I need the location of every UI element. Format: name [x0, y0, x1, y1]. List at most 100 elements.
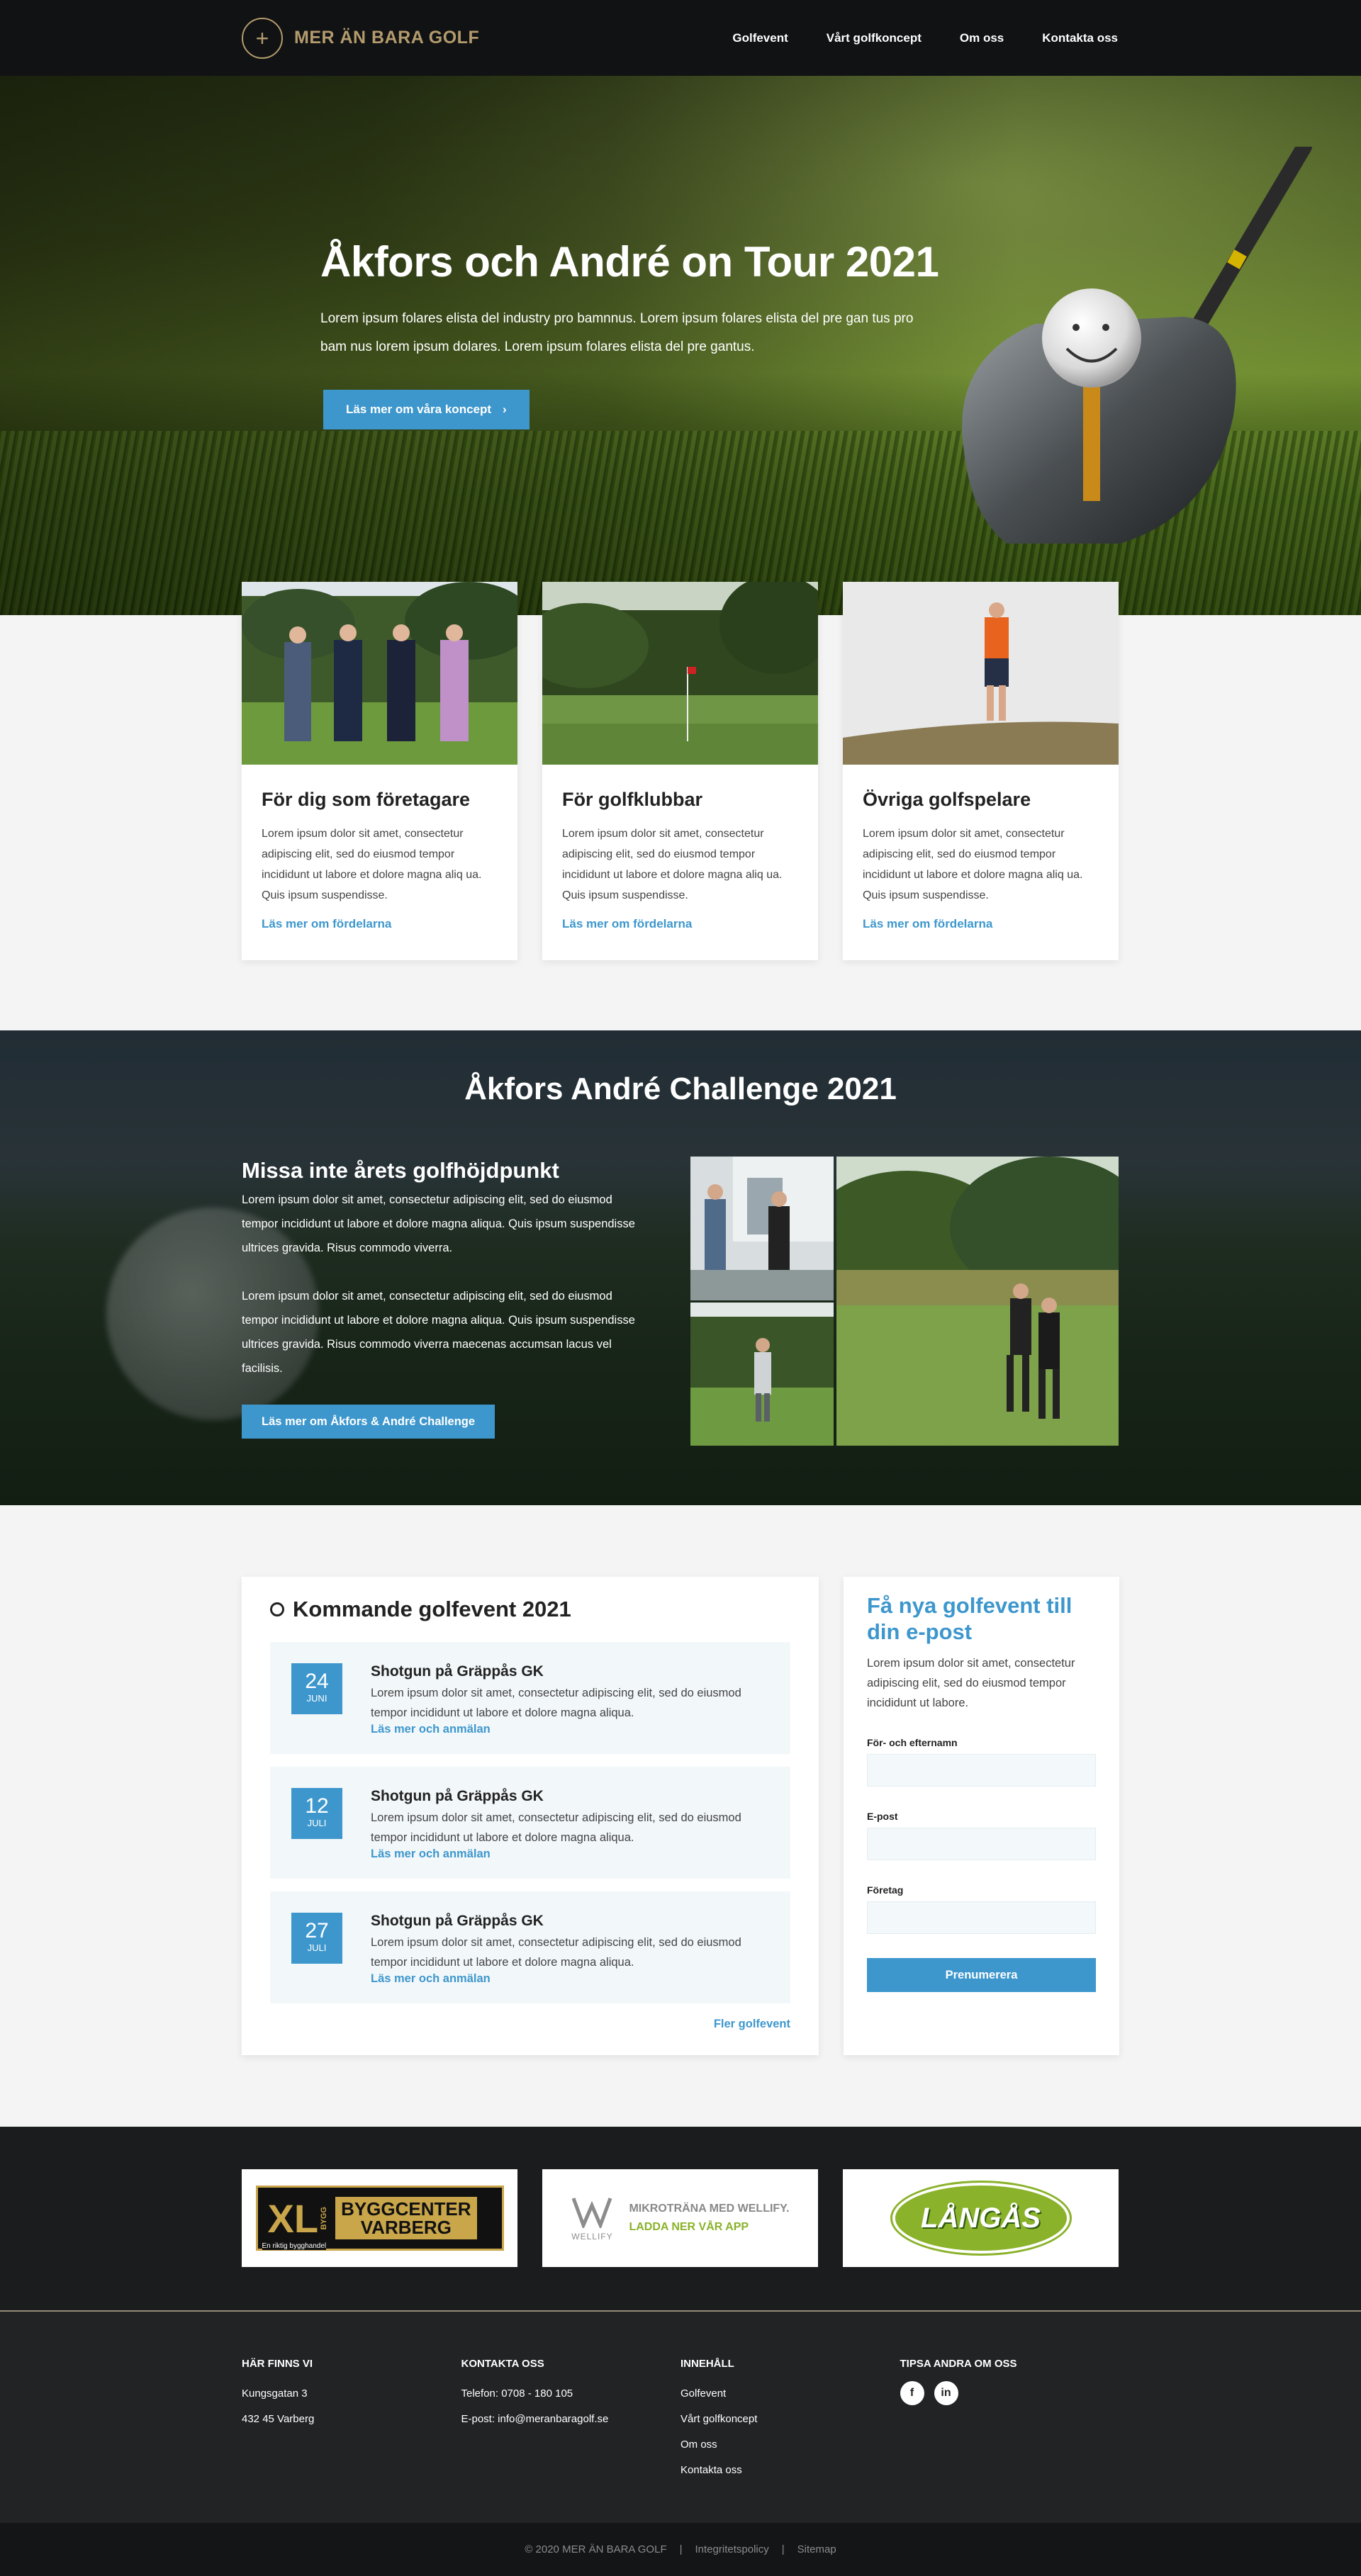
- footer-divider: [0, 2310, 1361, 2312]
- footer-share: TIPSA ANDRA OM OSS f in: [900, 2351, 1120, 2483]
- challenge-content: Missa inte årets golfhöjdpunkt Lorem ips…: [242, 1158, 646, 1439]
- date-day: 24: [305, 1670, 329, 1693]
- site-footer: HÄR FINNS VI Kungsgatan 3 432 45 Varberg…: [0, 2312, 1361, 2523]
- hero: Åkfors och André on Tour 2021 Lorem ipsu…: [0, 76, 1361, 615]
- langas-text: LÅNGÅS: [921, 2202, 1041, 2234]
- hero-text: Lorem ipsum folares elista del industry …: [320, 311, 914, 354]
- event-link[interactable]: Läs mer och anmälan: [371, 1847, 491, 1860]
- date-month: JUNI: [306, 1693, 327, 1704]
- wellify-line-2: LADDA NER VÅR APP: [629, 2221, 749, 2233]
- partner-langas[interactable]: LÅNGÅS: [843, 2169, 1119, 2267]
- card-title: För dig som företagare: [262, 789, 471, 810]
- events-heading: Kommande golfevent 2021: [270, 1597, 790, 1622]
- card-text: Lorem ipsum dolor sit amet, consectetur …: [562, 828, 783, 901]
- card-link[interactable]: Läs mer om fördelarna: [262, 917, 498, 931]
- email-label: E-post: [867, 1811, 898, 1822]
- events-section: Kommande golfevent 2021 24 JUNI Shotgun …: [0, 1505, 1361, 2127]
- card-link[interactable]: Läs mer om fördelarna: [562, 917, 798, 931]
- date-day: 27: [305, 1919, 329, 1942]
- card-link[interactable]: Läs mer om fördelarna: [863, 917, 1099, 931]
- hero-button[interactable]: Läs mer om våra koncept ›: [323, 390, 530, 429]
- photo-golfers-walking: [836, 1157, 1119, 1446]
- linkedin-icon[interactable]: in: [934, 2381, 958, 2405]
- footer-line: Kungsgatan 3: [242, 2387, 308, 2400]
- event-description: Lorem ipsum dolor sit amet, consectetur …: [371, 1936, 741, 1969]
- more-events-link[interactable]: Fler golfevent: [714, 2018, 790, 2030]
- event-link[interactable]: Läs mer och anmälan: [371, 1723, 491, 1736]
- footer-link-golfevent[interactable]: Golfevent: [680, 2381, 900, 2407]
- card-image-golfer: [843, 582, 1119, 765]
- logo-text: MER ÄN BARA GOLF: [294, 28, 480, 47]
- photo-clubhouse: [690, 1157, 834, 1300]
- subscribe-button[interactable]: Prenumerera: [867, 1958, 1096, 1992]
- footer-contact: KONTAKTA OSS Telefon: 0708 - 180 105 E-p…: [461, 2351, 681, 2483]
- email-field[interactable]: [867, 1828, 1096, 1860]
- event-title: Shotgun på Gräppås GK: [371, 1663, 544, 1680]
- company-field[interactable]: [867, 1901, 1096, 1934]
- subscribe-text: Lorem ipsum dolor sit amet, consec­tetur…: [867, 1657, 1075, 1709]
- footer-link-om-oss[interactable]: Om oss: [680, 2432, 900, 2458]
- audience-cards: För dig som företagare Lorem ipsum dolor…: [0, 582, 1361, 960]
- event-description: Lorem ipsum dolor sit amet, consectetur …: [371, 1687, 741, 1719]
- challenge-button[interactable]: Läs mer om Åkfors & André Challenge: [242, 1405, 495, 1439]
- card-body: För dig som företagare Lorem ipsum dolor…: [242, 765, 517, 955]
- footer-heading: INNEHÅLL: [680, 2358, 734, 2370]
- card-text: Lorem ipsum dolor sit amet, consectetur …: [262, 828, 482, 901]
- xl-line-1: BYGGCENTER: [341, 2198, 471, 2220]
- events-list: Kommande golfevent 2021 24 JUNI Shotgun …: [242, 1577, 819, 2055]
- footer-link-kontakta-oss[interactable]: Kontakta oss: [680, 2458, 900, 2483]
- card-golfklubbar: För golfklubbar Lorem ipsum dolor sit am…: [542, 582, 818, 960]
- nav-golfevent[interactable]: Golfevent: [732, 31, 788, 45]
- nav-golfkoncept[interactable]: Vårt golfkoncept: [827, 31, 922, 45]
- nav-om-oss[interactable]: Om oss: [960, 31, 1004, 45]
- event-text: Shotgun på Gräppås GK Lorem ipsum dolor …: [371, 1913, 769, 1985]
- partner-wellify[interactable]: WELLIFY MIKROTRÄNA MED WELLIFY. LADDA NE…: [542, 2169, 818, 2267]
- separator: |: [679, 2543, 683, 2555]
- challenge-photo-grid: [690, 1157, 1119, 1446]
- xl-bygg-logo: XL BYGG BYGGCENTER VARBERG En riktig byg…: [255, 2186, 504, 2251]
- footer-content: INNEHÅLL Golfevent Vårt golfkoncept Om o…: [680, 2351, 900, 2483]
- copyright-text: © 2020 MER ÄN BARA GOLF: [525, 2543, 667, 2555]
- site-header: + MER ÄN BARA GOLF Golfevent Vårt golfko…: [0, 0, 1361, 76]
- copyright-bar: © 2020 MER ÄN BARA GOLF | Integritetspol…: [0, 2523, 1361, 2576]
- card-title: Övriga golfspelare: [863, 789, 1031, 810]
- circle-icon: [270, 1602, 284, 1616]
- footer-heading: HÄR FINNS VI: [242, 2358, 313, 2370]
- challenge-subtitle: Missa inte årets golfhöjdpunkt: [242, 1158, 559, 1183]
- footer-link-golfkoncept[interactable]: Vårt golfkoncept: [680, 2407, 900, 2432]
- challenge-paragraph-1: Lorem ipsum dolor sit amet, consectetur …: [242, 1193, 635, 1254]
- hero-title: Åkfors och André on Tour 2021: [320, 238, 939, 286]
- event-text: Shotgun på Gräppås GK Lorem ipsum dolor …: [371, 1788, 769, 1860]
- privacy-link[interactable]: Integritetspolicy: [695, 2543, 769, 2555]
- date-badge: 24 JUNI: [291, 1663, 342, 1714]
- xl-logo-small: BYGG: [320, 2206, 329, 2230]
- date-badge: 27 JULI: [291, 1913, 342, 1964]
- facebook-icon[interactable]: f: [900, 2381, 924, 2405]
- card-image-group-photo: [242, 582, 517, 765]
- date-badge: 12 JULI: [291, 1788, 342, 1839]
- event-item: 27 JULI Shotgun på Gräppås GK Lorem ipsu…: [270, 1891, 790, 2003]
- footer-phone[interactable]: Telefon: 0708 - 180 105: [461, 2381, 681, 2407]
- more-events: Fler golfevent: [270, 2018, 790, 2031]
- event-item: 12 JULI Shotgun på Gräppås GK Lorem ipsu…: [270, 1767, 790, 1879]
- challenge-section: Åkfors André Challenge 2021 Missa inte å…: [0, 1030, 1361, 1505]
- footer-email[interactable]: E-post: info@meranbaragolf.se: [461, 2407, 681, 2432]
- name-field[interactable]: [867, 1754, 1096, 1787]
- sitemap-link[interactable]: Sitemap: [797, 2543, 836, 2555]
- event-link[interactable]: Läs mer och anmälan: [371, 1972, 491, 1985]
- main-nav: Golfevent Vårt golfkoncept Om oss Kontak…: [732, 31, 1118, 45]
- footer-address: HÄR FINNS VI Kungsgatan 3 432 45 Varberg: [242, 2351, 461, 2483]
- wellify-name: WELLIFY: [571, 2231, 613, 2242]
- subscribe-title: Få nya golfevent till din e-post: [867, 1593, 1072, 1644]
- hero-content: Åkfors och André on Tour 2021 Lorem ipsu…: [320, 237, 958, 429]
- challenge-paragraph-2: Lorem ipsum dolor sit amet, consectetur …: [242, 1290, 635, 1375]
- event-title: Shotgun på Gräppås GK: [371, 1913, 544, 1929]
- chevron-right-icon: ›: [503, 403, 507, 416]
- wellify-w-icon: [572, 2197, 612, 2230]
- partner-xl-bygg[interactable]: XL BYGG BYGGCENTER VARBERG En riktig byg…: [242, 2169, 517, 2267]
- nav-kontakta-oss[interactable]: Kontakta oss: [1042, 31, 1118, 45]
- event-text: Shotgun på Gräppås GK Lorem ipsum dolor …: [371, 1663, 769, 1736]
- event-description: Lorem ipsum dolor sit amet, consectetur …: [371, 1811, 741, 1844]
- wellify-line-1: MIKROTRÄNA MED WELLIFY.: [629, 2203, 790, 2215]
- logo[interactable]: + MER ÄN BARA GOLF: [242, 17, 480, 59]
